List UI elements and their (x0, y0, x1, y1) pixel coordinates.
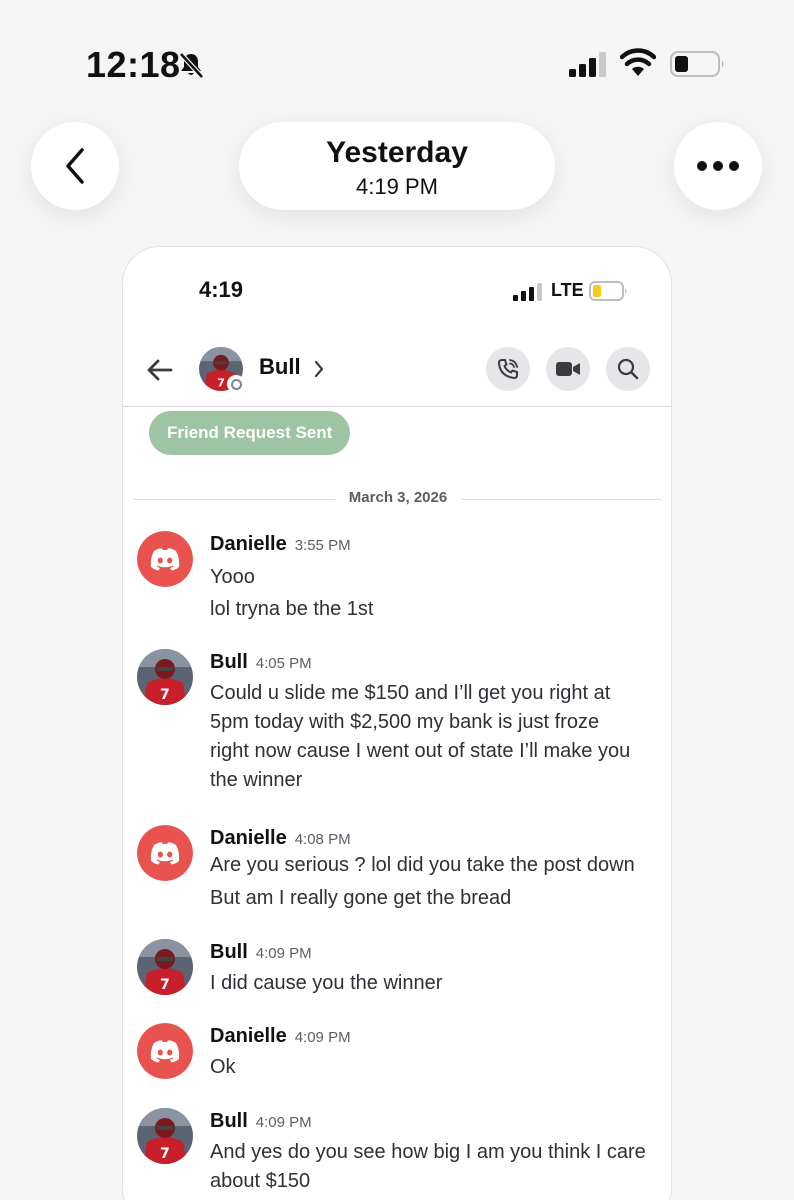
inner-status-time: 4:19 (199, 277, 244, 302)
back-button[interactable] (31, 122, 119, 210)
message-text-line: Yooo (210, 566, 255, 588)
message-text-line: Are you serious ? lol did you take the p… (210, 854, 635, 876)
battery-icon (670, 51, 724, 77)
search-icon (617, 358, 639, 380)
message-text-line: right now cause I went out of state I’ll… (210, 740, 631, 762)
chevron-left-icon (66, 148, 84, 184)
network-label: LTE (551, 280, 584, 300)
message-timestamp: 4:08 PM (294, 831, 351, 848)
bell-slash-icon (179, 52, 204, 79)
message-text-line: Ok (210, 1056, 236, 1078)
message-timestamp: 4:09 PM (255, 945, 312, 962)
inner-signal-icon (513, 283, 542, 301)
message-text-line: about $150 (210, 1170, 311, 1192)
message-text-line: But am I really gone get the bread (210, 887, 512, 909)
author-name: Bull (210, 651, 248, 673)
wifi-icon (620, 48, 656, 76)
cellular-signal-icon (569, 52, 606, 77)
date-divider: March 3, 2026 (123, 489, 671, 506)
ellipsis-icon (697, 161, 739, 171)
football-player-photo: 7 (137, 1108, 193, 1164)
phone-icon (497, 359, 518, 380)
message-timestamp: 4:09 PM (294, 1029, 351, 1046)
message-text-line: 5pm today with $2,500 my bank is just fr… (210, 711, 600, 733)
date-label: Yesterday (326, 136, 468, 169)
conversation-date-pill: Yesterday 4:19 PM (239, 122, 555, 210)
video-call-button[interactable] (546, 347, 590, 391)
message-avatar[interactable] (137, 825, 193, 881)
video-camera-icon (556, 362, 580, 376)
message-author[interactable]: Danielle 4:09 PM (210, 1025, 351, 1048)
message-text-line: And yes do you see how big I am you thin… (210, 1141, 646, 1163)
time-label: 4:19 PM (356, 174, 438, 199)
chat-header: 7 Bull (123, 337, 671, 407)
message-text-line: Could u slide me $150 and I’ll get you r… (210, 682, 611, 704)
message-avatar[interactable]: 7 (137, 1108, 193, 1164)
status-time: 12:18 (86, 44, 181, 85)
message-text-line: I did cause you the winner (210, 972, 443, 994)
author-name: Danielle (210, 533, 287, 555)
more-options-button[interactable] (674, 122, 762, 210)
discord-logo-icon (137, 825, 193, 881)
chevron-right-icon[interactable] (313, 359, 325, 379)
message-author[interactable]: Bull 4:09 PM (210, 941, 312, 964)
friend-request-sent-button[interactable]: Friend Request Sent (149, 411, 351, 455)
attached-screenshot[interactable]: 4:19 LTE 7 Bull Friend Request Sent Marc… (122, 246, 672, 1200)
offline-status-indicator (227, 375, 245, 393)
message-avatar[interactable] (137, 531, 193, 587)
voice-call-button[interactable] (486, 347, 530, 391)
football-player-photo: 7 (137, 649, 193, 705)
message-avatar[interactable] (137, 1023, 193, 1079)
message-author[interactable]: Danielle 3:55 PM (210, 533, 351, 556)
football-player-photo: 7 (137, 939, 193, 995)
author-name: Bull (210, 1110, 248, 1132)
message-avatar[interactable]: 7 (137, 649, 193, 705)
discord-logo-icon (137, 1023, 193, 1079)
message-author[interactable]: Danielle 4:08 PM (210, 827, 351, 850)
author-name: Bull (210, 941, 248, 963)
discord-logo-icon (137, 531, 193, 587)
arrow-left-icon[interactable] (145, 355, 175, 385)
date-divider-text: March 3, 2026 (334, 489, 462, 506)
message-text-line: the winner (210, 769, 303, 791)
inner-battery-icon (589, 281, 627, 301)
author-name: Danielle (210, 827, 287, 849)
search-button[interactable] (606, 347, 650, 391)
author-name: Danielle (210, 1025, 287, 1047)
message-author[interactable]: Bull 4:05 PM (210, 651, 312, 674)
message-timestamp: 4:05 PM (255, 655, 312, 672)
contact-name[interactable]: Bull (259, 354, 301, 380)
os-status-bar: 12:18 (0, 0, 794, 110)
svg-text:7: 7 (160, 1146, 170, 1162)
svg-text:7: 7 (217, 376, 225, 389)
svg-text:7: 7 (160, 977, 170, 993)
message-timestamp: 4:09 PM (255, 1114, 312, 1131)
message-author[interactable]: Bull 4:09 PM (210, 1110, 312, 1133)
message-timestamp: 3:55 PM (294, 537, 351, 554)
message-avatar[interactable]: 7 (137, 939, 193, 995)
svg-text:7: 7 (160, 687, 170, 703)
message-text-line: lol tryna be the 1st (210, 598, 374, 620)
